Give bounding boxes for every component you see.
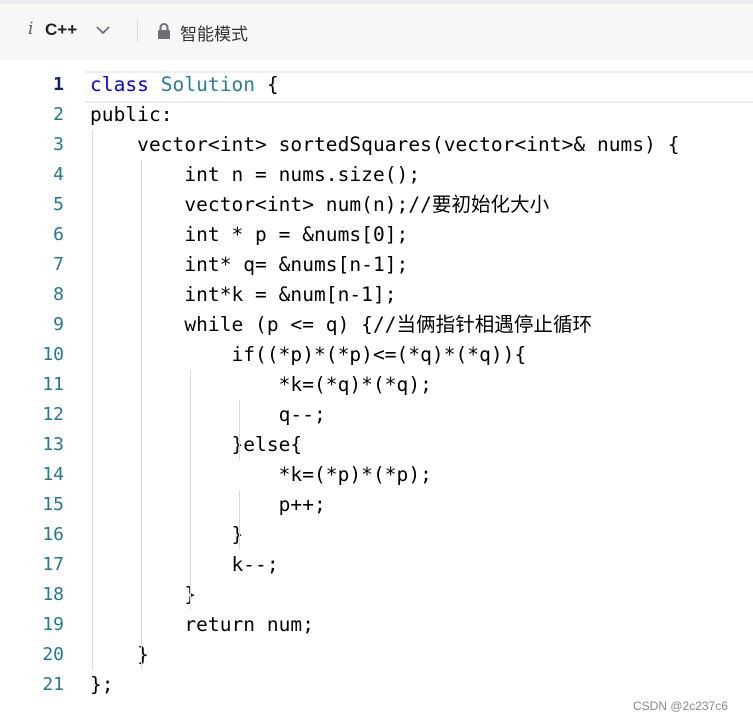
code-line[interactable]: k--; bbox=[90, 550, 279, 580]
code-line[interactable]: vector<int> sortedSquares(vector<int>& n… bbox=[90, 130, 680, 160]
code-line[interactable]: }; bbox=[90, 670, 114, 700]
chevron-down-icon[interactable] bbox=[93, 20, 113, 40]
line-number: 4 bbox=[53, 164, 64, 185]
editor-toolbar: i C++ 智能模式 bbox=[0, 0, 753, 60]
indent-guide bbox=[190, 370, 191, 610]
code-line[interactable]: vector<int> num(n);//要初始化大小 bbox=[90, 190, 549, 220]
toolbar-top-border bbox=[0, 0, 753, 4]
line-number: 18 bbox=[42, 584, 64, 605]
code-line[interactable]: q--; bbox=[90, 400, 326, 430]
watermark: CSDN @2c237c6 bbox=[633, 699, 728, 713]
code-line[interactable]: p++; bbox=[90, 490, 326, 520]
code-line[interactable]: if((*p)*(*p)<=(*q)*(*q)){ bbox=[90, 340, 526, 370]
code-line[interactable]: } bbox=[90, 520, 243, 550]
code-line[interactable]: while (p <= q) {//当俩指针相遇停止循环 bbox=[90, 310, 592, 340]
indent-guide bbox=[141, 160, 142, 670]
line-number: 19 bbox=[42, 614, 64, 635]
line-number: 6 bbox=[53, 224, 64, 245]
line-number: 16 bbox=[42, 524, 64, 545]
code-line[interactable]: } bbox=[90, 580, 196, 610]
line-number: 5 bbox=[53, 194, 64, 215]
language-info-icon: i bbox=[28, 19, 34, 39]
code-line[interactable]: public: bbox=[90, 100, 173, 130]
indent-guide bbox=[239, 400, 240, 460]
line-number: 11 bbox=[42, 374, 64, 395]
code-line[interactable]: int* q= &nums[n-1]; bbox=[90, 250, 408, 280]
language-selector[interactable]: C++ bbox=[45, 20, 77, 40]
line-number: 7 bbox=[53, 254, 64, 275]
line-number: 14 bbox=[42, 464, 64, 485]
indent-guide bbox=[92, 130, 93, 670]
code-line[interactable]: class Solution { bbox=[90, 70, 279, 100]
mode-label[interactable]: 智能模式 bbox=[180, 20, 248, 45]
code-line[interactable]: }else{ bbox=[90, 430, 302, 460]
indent-guide bbox=[239, 490, 240, 550]
line-number: 12 bbox=[42, 404, 64, 425]
line-number: 21 bbox=[42, 674, 64, 695]
line-number: 15 bbox=[42, 494, 64, 515]
lock-icon bbox=[158, 23, 170, 39]
code-line[interactable]: return num; bbox=[90, 610, 314, 640]
line-number: 3 bbox=[53, 134, 64, 155]
line-number: 8 bbox=[53, 284, 64, 305]
line-number: 2 bbox=[53, 104, 64, 125]
line-number: 17 bbox=[42, 554, 64, 575]
code-line[interactable]: int * p = &nums[0]; bbox=[90, 220, 408, 250]
code-line[interactable]: int n = nums.size(); bbox=[90, 160, 420, 190]
line-number: 13 bbox=[42, 434, 64, 455]
line-number: 9 bbox=[53, 314, 64, 335]
line-number: 1 bbox=[53, 74, 64, 95]
line-number: 20 bbox=[42, 644, 64, 665]
line-number: 10 bbox=[42, 344, 64, 365]
toolbar-divider bbox=[137, 20, 138, 42]
code-line[interactable]: int*k = &num[n-1]; bbox=[90, 280, 397, 310]
